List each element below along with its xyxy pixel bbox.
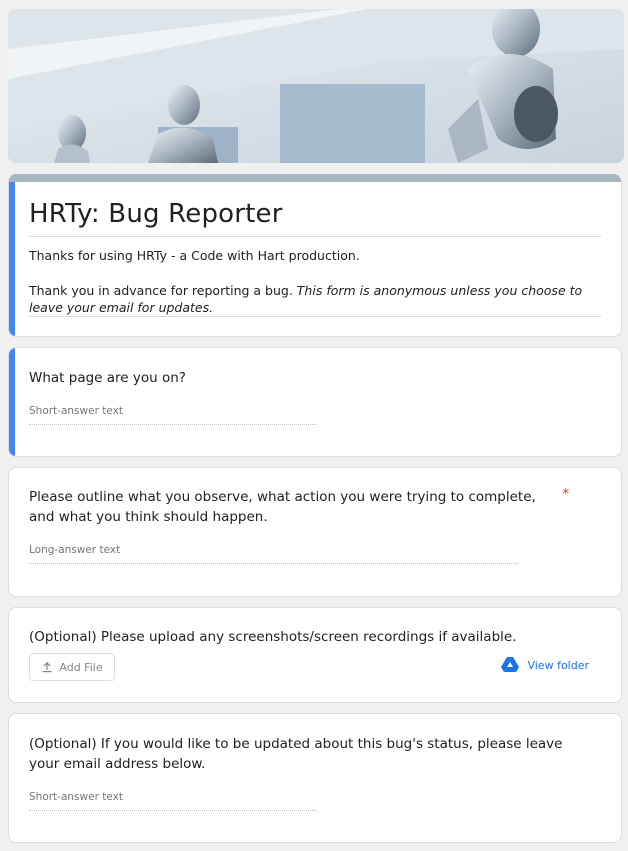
question-text: (Optional) Please upload any screenshots… <box>29 629 517 645</box>
form-description-line1: Thanks for using HRTy - a Code with Hart… <box>29 248 360 263</box>
title-card-accent-bar <box>9 174 621 182</box>
form-description-plain: Thank you in advance for reporting a bug… <box>29 283 297 298</box>
header-banner-image <box>8 9 624 163</box>
google-drive-icon <box>501 657 520 672</box>
question-card-observation[interactable]: Please outline what you observe, what ac… <box>8 467 622 597</box>
view-folder-link[interactable]: View folder <box>501 657 589 673</box>
add-file-label: Add File <box>59 660 103 674</box>
form-title-card: HRTy: Bug Reporter Thanks for using HRTy… <box>8 174 622 337</box>
robots-banner-illustration <box>8 9 624 163</box>
question-text: (Optional) If you would like to be updat… <box>29 736 563 772</box>
question-text: Please outline what you observe, what ac… <box>29 489 536 525</box>
title-divider <box>29 236 601 237</box>
view-folder-label: View folder <box>527 658 589 672</box>
form-title: HRTy: Bug Reporter <box>29 199 283 229</box>
question-card-email[interactable]: (Optional) If you would like to be updat… <box>8 713 622 843</box>
add-file-button[interactable]: Add File <box>29 653 115 681</box>
upload-icon <box>42 662 52 673</box>
question-card-upload[interactable]: (Optional) Please upload any screenshots… <box>8 607 622 703</box>
form-description-line2: Thank you in advance for reporting a bug… <box>29 282 601 316</box>
short-answer-input[interactable]: Short-answer text <box>29 405 317 425</box>
question-card-page[interactable]: What page are you on? Short-answer text <box>8 347 622 457</box>
required-asterisk: * <box>562 487 570 502</box>
question-text: What page are you on? <box>29 370 186 386</box>
long-answer-input[interactable]: Long-answer text <box>29 544 518 564</box>
email-short-answer-input[interactable]: Short-answer text <box>29 791 317 811</box>
description-divider <box>29 316 601 317</box>
